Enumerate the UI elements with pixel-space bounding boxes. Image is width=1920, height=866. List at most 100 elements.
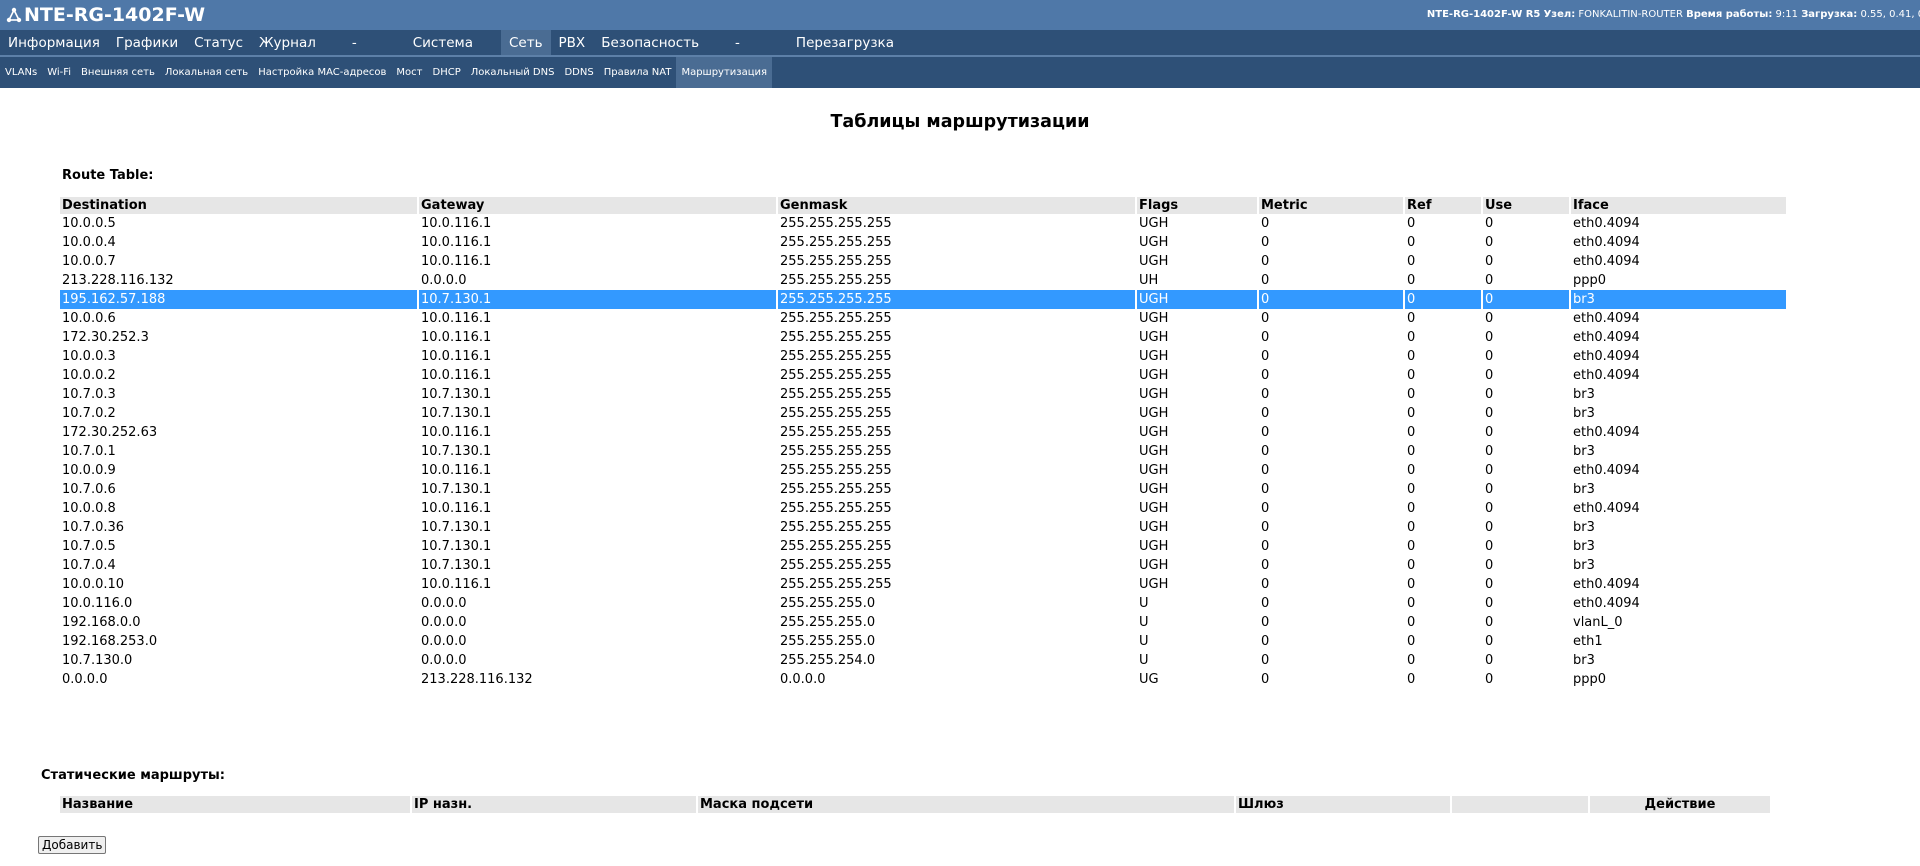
table-row[interactable]: 172.30.252.63 10.0.116.1 255.255.255.255 UG… — [60, 423, 1786, 442]
cell-genmask: 255.255.255.255 — [780, 501, 892, 516]
cell-metric: 0 — [1261, 615, 1270, 630]
subtab-nat-rules[interactable]: Правила NAT — [599, 57, 677, 88]
table-row[interactable]: 0.0.0.0 213.228.116.132 0.0.0.0 UG 0 0 0 ppp0 — [60, 670, 1786, 689]
cell-metric: 0 — [1261, 520, 1270, 535]
brand-name: NTE-RG-1402F-W — [24, 4, 206, 26]
column-header-dest-ip: IP назн. — [412, 796, 696, 813]
subtab-wan[interactable]: Внешняя сеть — [76, 57, 160, 88]
table-row[interactable]: 10.0.0.4 10.0.116.1 255.255.255.255 UGH 0 0 0 e… — [60, 233, 1786, 252]
cell-flags: UG — [1139, 672, 1159, 687]
subtab-routing[interactable]: Маршрутизация — [676, 57, 773, 88]
cell-genmask: 255.255.254.0 — [780, 653, 876, 668]
table-row[interactable]: 213.228.116.132 0.0.0.0 255.255.255.255 UH 0… — [60, 271, 1786, 290]
table-row[interactable]: 10.0.0.7 10.0.116.1 255.255.255.255 UGH 0 0 0 e… — [60, 252, 1786, 271]
cell-destination: 172.30.252.3 — [62, 330, 149, 345]
cell-ref: 0 — [1407, 577, 1416, 592]
table-row[interactable]: 172.30.252.3 10.0.116.1 255.255.255.255 UGH… — [60, 328, 1786, 347]
table-row[interactable]: 10.7.0.5 10.7.130.1 255.255.255.255 UGH 0 0 0 b… — [60, 537, 1786, 556]
subtab-vlans[interactable]: VLANs — [0, 57, 42, 88]
menu-reboot[interactable]: Перезагрузка — [768, 30, 922, 55]
table-row[interactable]: 10.0.116.0 0.0.0.0 255.255.255.0 U 0 0 0 eth0.4… — [60, 594, 1786, 613]
table-row[interactable]: 10.0.0.8 10.0.116.1 255.255.255.255 UGH 0 0 0 e… — [60, 499, 1786, 518]
status-node-label: Узел: — [1543, 9, 1576, 20]
cell-metric: 0 — [1261, 311, 1270, 326]
table-row[interactable]: 10.0.0.10 10.0.116.1 255.255.255.255 UGH 0 0 0… — [60, 575, 1786, 594]
table-row[interactable]: 192.168.253.0 0.0.0.0 255.255.255.0 U 0 0 0 eth… — [60, 632, 1786, 651]
cell-metric: 0 — [1261, 273, 1270, 288]
table-row[interactable]: 10.0.0.6 10.0.116.1 255.255.255.255 UGH 0 0 0 e… — [60, 309, 1786, 328]
subtab-wifi[interactable]: Wi-Fi — [42, 57, 76, 88]
table-row[interactable]: 10.0.0.2 10.0.116.1 255.255.255.255 UGH 0 0 0 e… — [60, 366, 1786, 385]
cell-gateway: 10.7.130.1 — [421, 406, 492, 421]
subtab-local-dns[interactable]: Локальный DNS — [466, 57, 560, 88]
cell-use: 0 — [1485, 653, 1494, 668]
subtab-mac-settings[interactable]: Настройка MAC-адресов — [253, 57, 391, 88]
cell-iface: ppp0 — [1573, 672, 1607, 687]
table-row[interactable]: 10.0.0.9 10.0.116.1 255.255.255.255 UGH 0 0 0 e… — [60, 461, 1786, 480]
column-header-iface: Iface — [1571, 197, 1786, 214]
cell-destination: 10.0.0.8 — [62, 501, 116, 516]
cell-use: 0 — [1485, 216, 1494, 231]
cell-iface: eth0.4094 — [1573, 349, 1640, 364]
add-route-button[interactable]: Добавить — [38, 836, 107, 854]
menu-log[interactable]: Журнал — [251, 30, 324, 55]
cell-metric: 0 — [1261, 672, 1270, 687]
cell-destination: 10.7.0.3 — [62, 387, 116, 402]
table-row[interactable]: 10.0.0.5 10.0.116.1 255.255.255.255 UGH 0 0 0 e… — [60, 214, 1786, 233]
cell-gateway: 0.0.0.0 — [421, 273, 467, 288]
cell-genmask: 255.255.255.255 — [780, 368, 892, 383]
menu-info[interactable]: Информация — [0, 30, 108, 55]
cell-iface: ppp0 — [1573, 273, 1607, 288]
cell-iface: eth0.4094 — [1573, 330, 1640, 345]
cell-flags: UGH — [1139, 482, 1169, 497]
table-row[interactable]: 10.0.0.3 10.0.116.1 255.255.255.255 UGH 0 0 0 e… — [60, 347, 1786, 366]
cell-flags: UGH — [1139, 577, 1169, 592]
table-row[interactable]: 10.7.130.0 0.0.0.0 255.255.254.0 U 0 0 0 br3 — [60, 651, 1786, 670]
cell-ref: 0 — [1407, 520, 1416, 535]
table-row[interactable]: 10.7.0.2 10.7.130.1 255.255.255.255 UGH 0 0 0 b… — [60, 404, 1786, 423]
subtab-ddns[interactable]: DDNS — [559, 57, 598, 88]
menu-system[interactable]: Система — [385, 30, 501, 55]
cell-genmask: 255.255.255.255 — [780, 273, 892, 288]
cell-use: 0 — [1485, 501, 1494, 516]
menu-graphs[interactable]: Графики — [108, 30, 186, 55]
cell-metric: 0 — [1261, 387, 1270, 402]
cell-iface: eth0.4094 — [1573, 216, 1640, 231]
route-table: Destination Gateway Genmask Flags Metric Ref U… — [58, 197, 1788, 689]
column-header-name: Название — [60, 796, 410, 813]
table-row[interactable]: 10.7.0.36 10.7.130.1 255.255.255.255 UGH 0 0 0… — [60, 518, 1786, 537]
cell-destination: 10.7.0.5 — [62, 539, 116, 554]
menu-security[interactable]: Безопасность — [593, 30, 707, 55]
table-row[interactable]: 10.7.0.1 10.7.130.1 255.255.255.255 UGH 0 0 0 b… — [60, 442, 1786, 461]
cell-flags: UGH — [1137, 290, 1257, 309]
cell-metric: 0 — [1261, 444, 1270, 459]
table-row[interactable]: 10.7.0.6 10.7.130.1 255.255.255.255 UGH 0 0 0 b… — [60, 480, 1786, 499]
cell-gateway: 10.7.130.1 — [421, 444, 492, 459]
menu-network[interactable]: Сеть — [500, 30, 551, 55]
table-row[interactable]: 192.168.0.0 0.0.0.0 255.255.255.0 U 0 0 0 vlanL… — [60, 613, 1786, 632]
table-row[interactable]: 195.162.57.188 10.7.130.1 255.255.255.255 U… — [60, 290, 1786, 309]
static-routes-table: Название IP назн. Маска подсети Шлюз Действи… — [58, 796, 1772, 813]
subtab-dhcp[interactable]: DHCP — [428, 57, 466, 88]
subtab-bridge[interactable]: Мост — [391, 57, 427, 88]
table-row[interactable]: 10.7.0.3 10.7.130.1 255.255.255.255 UGH 0 0 0 b… — [60, 385, 1786, 404]
table-row[interactable]: 10.7.0.4 10.7.130.1 255.255.255.255 UGH 0 0 0 b… — [60, 556, 1786, 575]
cell-metric: 0 — [1261, 330, 1270, 345]
cell-metric: 0 — [1261, 634, 1270, 649]
cell-gateway: 10.0.116.1 — [421, 311, 492, 326]
menu-status[interactable]: Статус — [186, 30, 251, 55]
brand-logo[interactable]: NTE-RG-1402F-W — [6, 3, 205, 27]
cell-destination: 10.0.116.0 — [62, 596, 133, 611]
cell-destination: 10.7.0.6 — [62, 482, 116, 497]
cell-gateway: 10.0.116.1 — [421, 330, 492, 345]
cell-iface: br3 — [1571, 290, 1786, 309]
column-header-flags: Flags — [1137, 197, 1257, 214]
cell-use: 0 — [1485, 349, 1494, 364]
cell-destination: 10.0.0.2 — [62, 368, 116, 383]
menu-pbx[interactable]: PBX — [551, 30, 594, 55]
cell-ref: 0 — [1407, 501, 1416, 516]
subtab-lan[interactable]: Локальная сеть — [160, 57, 253, 88]
cell-metric: 0 — [1261, 558, 1270, 573]
status-load-value: 0.55, 0.41, 0.26 — [1860, 9, 1920, 20]
cell-flags: UH — [1139, 273, 1159, 288]
